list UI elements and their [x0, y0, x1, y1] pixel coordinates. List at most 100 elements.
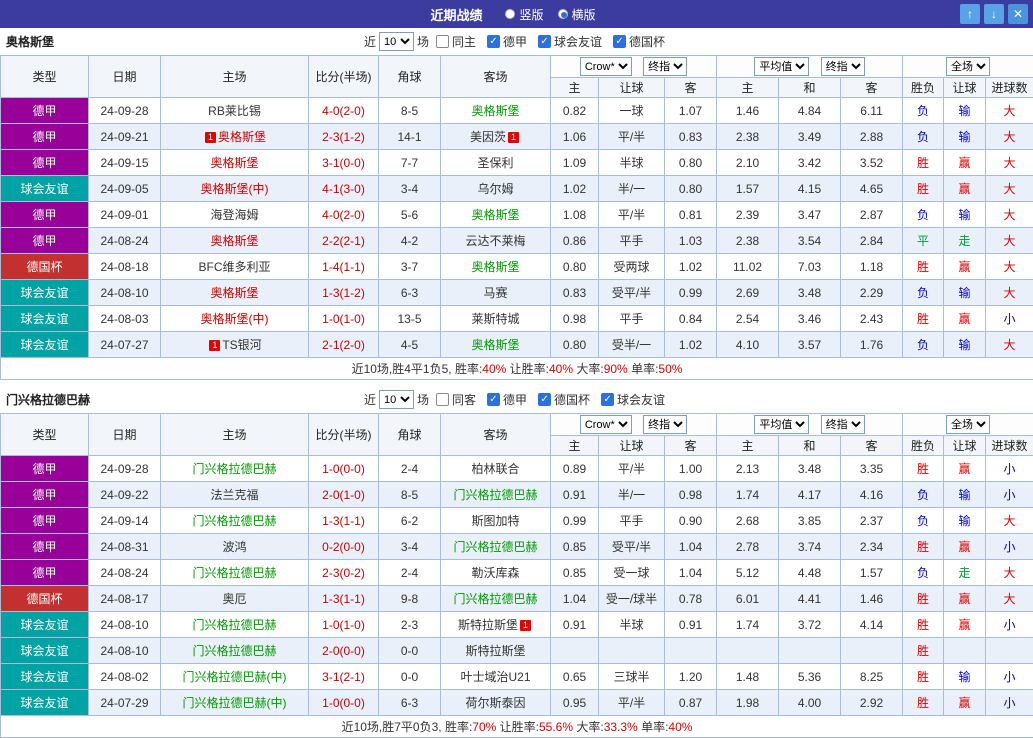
team-name: 斯图加特 [471, 514, 519, 528]
footer-stat: 大率: [573, 362, 604, 376]
goals-result-cell: 大 [986, 150, 1033, 176]
match-count-select[interactable]: 10 [379, 32, 414, 51]
team-name: 法兰克福 [210, 488, 258, 502]
filter-bar: 近 10 场 同主 德甲 球会友谊 德国杯 [364, 32, 669, 51]
match-row: 球会友谊24-09-05奥格斯堡(中)4-1(3-0)3-4乌尔姆1.02半/一… [1, 176, 1033, 202]
team-name: 柏林联合 [471, 462, 519, 476]
away-team-cell: 奥格斯堡 [441, 202, 551, 228]
scope-select[interactable]: 全场 [946, 57, 990, 76]
handicap-result-cell: 输 [944, 202, 986, 228]
score-cell: 1-3(1-1) [309, 586, 379, 612]
odds-cell: 1.46 [841, 586, 903, 612]
odds-cell: 0.99 [551, 508, 599, 534]
odds-cell: 0.82 [551, 98, 599, 124]
score-cell: 2-3(1-2) [309, 124, 379, 150]
subcol-eu-draw: 和 [779, 436, 841, 456]
home-team-cell: 门兴格拉德巴赫 [161, 508, 309, 534]
filter-checkbox-friendly[interactable]: 球会友谊 [601, 391, 665, 408]
euro-avg-select[interactable]: 平均值 [754, 57, 809, 76]
team-name: BFC维多利亚 [198, 260, 270, 274]
corners-cell: 7-7 [379, 150, 441, 176]
match-row: 德甲24-08-31波鸿0-2(0-0)3-4门兴格拉德巴赫0.85受平/半1.… [1, 534, 1033, 560]
euro-avg-select[interactable]: 平均值 [754, 415, 809, 434]
euro-odds-header: 平均值 终指 [717, 56, 903, 78]
home-team-cell: 奥格斯堡(中) [161, 176, 309, 202]
radio-vertical-layout[interactable]: 竖版 [505, 6, 543, 23]
col-header-home: 主场 [161, 414, 309, 456]
date-cell: 24-09-21 [89, 124, 161, 150]
bookmaker-select[interactable]: Crow* [580, 57, 632, 76]
result-cell: 负 [903, 332, 944, 358]
odds-cell: 2.38 [717, 124, 779, 150]
result-cell: 负 [903, 124, 944, 150]
goals-result-cell: 小 [986, 690, 1033, 716]
odds-cell: 3.42 [779, 150, 841, 176]
euro-time-select[interactable]: 终指 [821, 415, 865, 434]
match-row: 德甲24-09-28RB莱比锡4-0(2-0)8-5奥格斯堡0.82一球1.07… [1, 98, 1033, 124]
match-row: 球会友谊24-08-10门兴格拉德巴赫2-0(0-0)0-0斯特拉斯堡胜 [1, 638, 1033, 664]
subcol-ah-home: 主 [551, 78, 599, 98]
radio-horizontal-layout[interactable]: 横版 [558, 6, 596, 23]
filter-checkbox-friendly[interactable]: 球会友谊 [538, 33, 602, 50]
subcol-ah-line: 让球 [599, 436, 665, 456]
filter-checkbox-same-venue[interactable]: 同客 [436, 391, 476, 408]
competition-cell: 球会友谊 [1, 280, 89, 306]
date-cell: 24-08-18 [89, 254, 161, 280]
odds-cell: 3.47 [779, 202, 841, 228]
filter-checkbox-cup[interactable]: 德国杯 [613, 33, 665, 50]
checkbox-icon [538, 35, 551, 48]
footer-stat: 90% [604, 362, 628, 376]
odds-cell: 0.91 [551, 482, 599, 508]
odds-cell: 4.00 [779, 690, 841, 716]
filter-checkbox-cup[interactable]: 德国杯 [538, 391, 590, 408]
odds-cell [717, 638, 779, 664]
col-header-corners: 角球 [379, 414, 441, 456]
close-button[interactable]: ✕ [1008, 4, 1028, 24]
bookmaker-select[interactable]: Crow* [580, 415, 632, 434]
competition-cell: 球会友谊 [1, 306, 89, 332]
corners-cell: 3-4 [379, 176, 441, 202]
goals-result-cell: 大 [986, 508, 1033, 534]
red-card-badge: 1 [520, 620, 531, 631]
radio-label: 竖版 [519, 6, 543, 23]
team-name: 莱斯特城 [471, 312, 519, 326]
team-name: RB莱比锡 [208, 104, 261, 118]
footer-stat: 55.6% [539, 720, 573, 734]
odds-cell: 3.54 [779, 228, 841, 254]
filter-checkbox-bundesliga[interactable]: 德甲 [487, 391, 527, 408]
ah-time-select[interactable]: 终指 [643, 57, 687, 76]
team-name: 奥格斯堡 [471, 104, 519, 118]
euro-time-select[interactable]: 终指 [821, 57, 865, 76]
match-count-select[interactable]: 10 [379, 390, 414, 409]
up-arrow-icon: ↑ [967, 7, 973, 21]
filter-checkbox-same-venue[interactable]: 同主 [436, 33, 476, 50]
corners-cell: 8-5 [379, 98, 441, 124]
filter-checkbox-bundesliga[interactable]: 德甲 [487, 33, 527, 50]
date-cell: 24-08-10 [89, 612, 161, 638]
odds-cell: 0.80 [665, 176, 717, 202]
goals-result-cell: 大 [986, 176, 1033, 202]
team-name: 门兴格拉德巴赫 [192, 514, 276, 528]
scroll-up-button[interactable]: ↑ [960, 4, 980, 24]
odds-cell: 1.09 [551, 150, 599, 176]
team-name: 门兴格拉德巴赫 [192, 618, 276, 632]
odds-cell: 4.41 [779, 586, 841, 612]
competition-cell: 德甲 [1, 124, 89, 150]
goals-result-cell: 大 [986, 202, 1033, 228]
team-name-heading: 奥格斯堡 [6, 33, 54, 50]
team-name: 奥厄 [222, 592, 246, 606]
footer-stat: 40% [549, 362, 573, 376]
team-name: 门兴格拉德巴赫 [453, 540, 537, 554]
odds-cell: 0.86 [551, 228, 599, 254]
odds-cell: 2.88 [841, 124, 903, 150]
result-cell: 胜 [903, 638, 944, 664]
away-team-cell: 奥格斯堡 [441, 332, 551, 358]
down-arrow-icon: ↓ [991, 7, 997, 21]
checkbox-icon [613, 35, 626, 48]
ah-time-select[interactable]: 终指 [643, 415, 687, 434]
scroll-down-button[interactable]: ↓ [984, 4, 1004, 24]
date-cell: 24-09-28 [89, 456, 161, 482]
odds-cell: 0.98 [551, 306, 599, 332]
footer-stat: 33.3% [604, 720, 638, 734]
scope-select[interactable]: 全场 [946, 415, 990, 434]
